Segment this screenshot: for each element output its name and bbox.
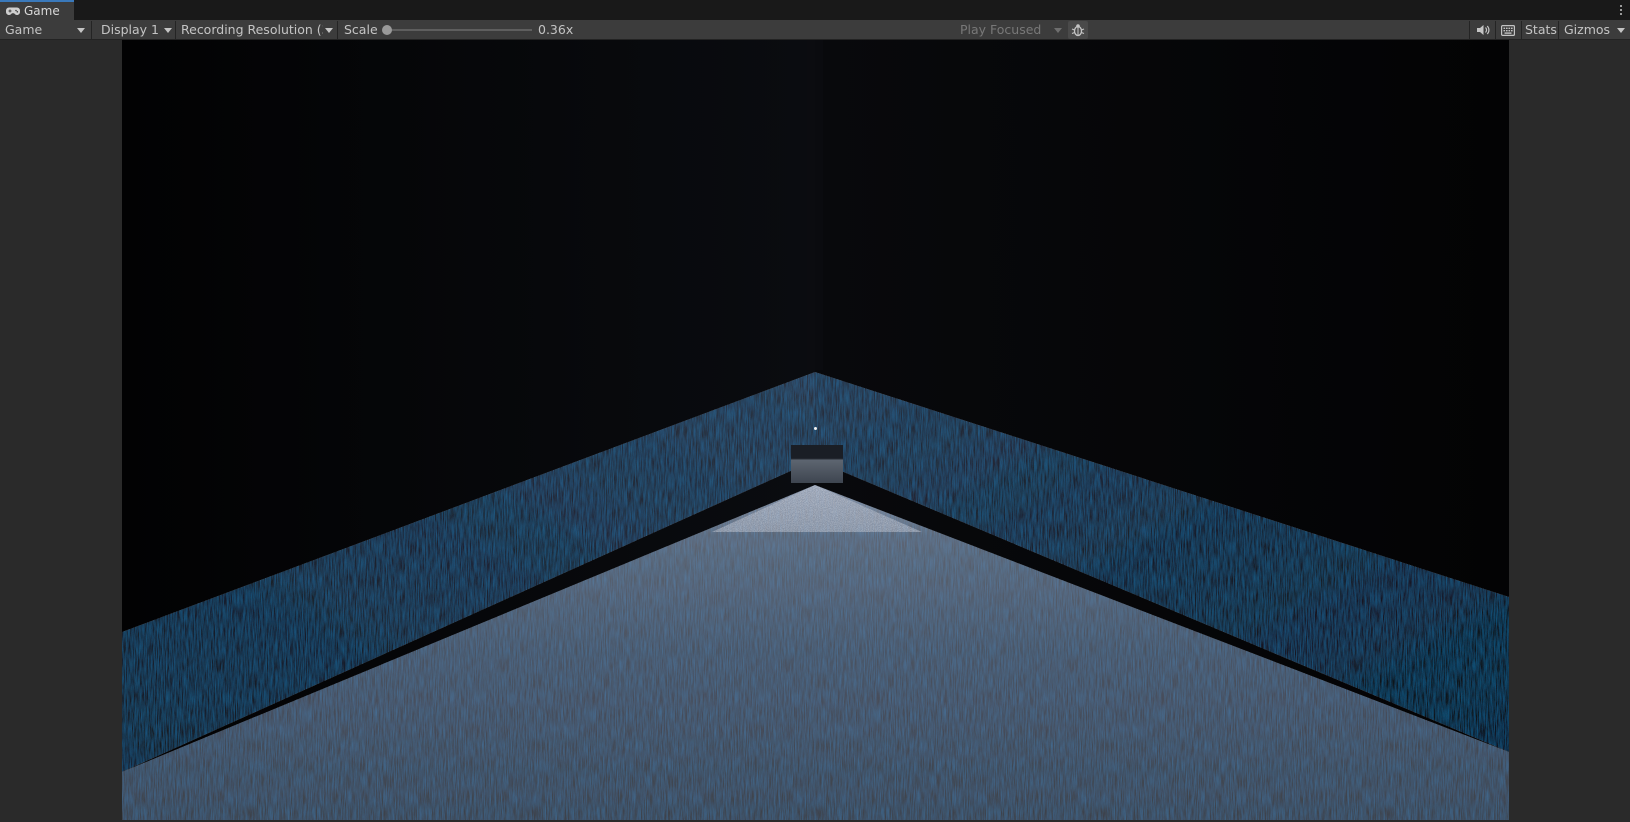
mode-dropdown[interactable]: Game (5, 20, 87, 39)
divider (1558, 21, 1559, 39)
divider (1521, 21, 1522, 39)
gizmos-button[interactable]: Gizmos (1564, 20, 1620, 39)
scale-slider-thumb[interactable] (382, 25, 392, 35)
stats-button[interactable]: Stats (1525, 20, 1561, 39)
divider (1469, 21, 1470, 39)
chevron-down-icon[interactable] (1617, 28, 1625, 33)
distant-block (791, 445, 843, 483)
chevron-down-icon (164, 28, 172, 33)
resolution-dropdown[interactable]: Recording Resolution (38 (181, 20, 323, 39)
resolution-dropdown-label: Recording Resolution (38 (181, 22, 323, 37)
game-view-render[interactable] (122, 40, 1509, 820)
wall-corner-line (807, 40, 823, 370)
divider (337, 21, 338, 39)
stats-label: Stats (1525, 22, 1557, 37)
gamepad-icon (6, 7, 20, 15)
chevron-down-icon (325, 28, 333, 33)
mode-dropdown-label: Game (5, 22, 43, 37)
play-focus-label: Play Focused (960, 22, 1042, 37)
scale-slider-track[interactable] (386, 29, 532, 31)
gizmos-label: Gizmos (1564, 22, 1611, 37)
display-dropdown[interactable]: Display 1 (101, 20, 173, 39)
scale-label: Scale (344, 20, 384, 39)
play-focus-dropdown[interactable]: Play Focused (960, 20, 1062, 39)
speaker-icon[interactable] (1472, 20, 1494, 40)
tab-strip: Game (0, 0, 1630, 20)
scale-value-text: 0.36x (538, 22, 574, 37)
tab-game[interactable]: Game (0, 0, 74, 20)
scale-value: 0.36x (538, 20, 588, 39)
divider (175, 21, 176, 39)
divider (1495, 21, 1496, 39)
display-dropdown-label: Display 1 (101, 22, 160, 37)
tab-title: Game (24, 4, 60, 18)
bug-icon (1068, 20, 1088, 40)
game-toolbar: Game Display 1 Recording Resolution (38 … (0, 20, 1630, 40)
crosshair-dot (814, 427, 817, 430)
chevron-down-icon (77, 28, 85, 33)
keyboard-icon[interactable] (1497, 20, 1519, 40)
divider (91, 21, 92, 39)
kebab-menu-icon[interactable] (1616, 2, 1626, 18)
chevron-down-icon (1054, 28, 1062, 33)
scale-label-text: Scale (344, 22, 378, 37)
